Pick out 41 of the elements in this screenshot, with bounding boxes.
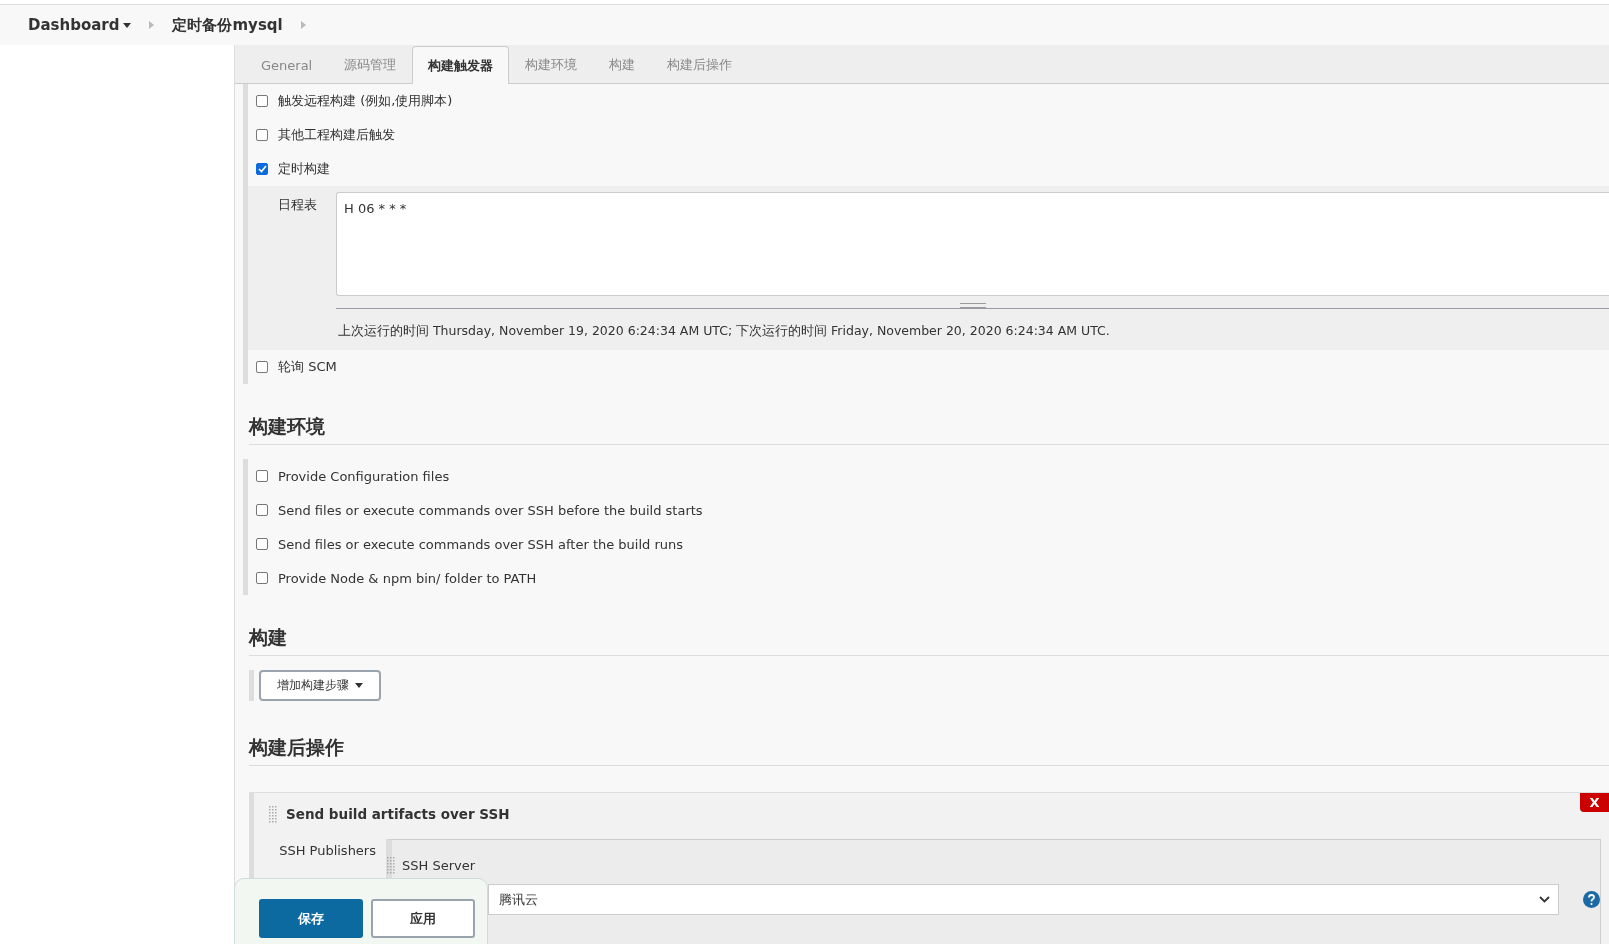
drag-handle-icon[interactable] [268,805,278,823]
chevron-down-icon [1539,896,1550,903]
breadcrumb-link[interactable]: 定时备份mysql [172,15,283,35]
checkbox[interactable] [256,572,268,584]
step-title: Send build artifacts over SSH [286,806,510,822]
tab[interactable]: 构建触发器 [412,46,510,84]
schedule-info: 上次运行的时间 Thursday, November 19, 2020 6:24:34 AM UTC; 下次运行的时间 Friday, November 20, 2020 6:24:34 AM UTC. [337,322,1111,340]
checkbox-label: Send files or execute commands over SSH after the build runs [278,536,684,552]
schedule-field[interactable]: H 06 * * * [336,192,1609,296]
server-select[interactable]: 腾讯云 [488,884,1559,915]
subsection-label: SSH Server [402,857,476,873]
checkbox-label: 触发远程构建 (例如,使用脚本) [278,92,453,110]
add-step-button[interactable]: 增加构建步骤 [259,670,381,701]
save-button[interactable]: 保存 [259,899,363,938]
caret-icon[interactable] [123,22,132,28]
checkbox[interactable] [256,504,268,516]
checkbox-label: 轮询 SCM [278,358,337,376]
apply-button[interactable]: 应用 [371,899,475,938]
chevron-right-icon [149,21,155,29]
remove-button[interactable]: X [1580,793,1609,812]
section-heading: 构建 [249,625,288,650]
checkbox[interactable] [256,538,268,550]
field-label: SSH Publishers [278,842,377,858]
field-label: 日程表 [278,196,318,214]
checkbox-label: Provide Configuration files [278,468,450,484]
section-heading: 构建环境 [249,414,326,439]
chevron-right-icon [300,21,306,29]
checkbox[interactable] [256,470,268,482]
section-heading: 构建后操作 [249,735,345,760]
checkbox-label: 定时构建 [278,160,330,178]
checkbox[interactable] [256,95,268,107]
checkbox-label: Provide Node & npm bin/ folder to PATH [278,570,537,586]
breadcrumb-link[interactable]: Dashboard [28,16,132,34]
help-icon[interactable] [1583,891,1600,908]
checkbox-label: Send files or execute commands over SSH before the build starts [278,502,703,518]
drag-handle-icon[interactable] [386,856,396,874]
checkbox[interactable] [256,129,268,141]
checkbox[interactable] [256,163,268,175]
checkbox-label: 其他工程构建后触发 [278,126,395,144]
checkbox[interactable] [256,361,268,373]
caret-icon [355,683,363,688]
